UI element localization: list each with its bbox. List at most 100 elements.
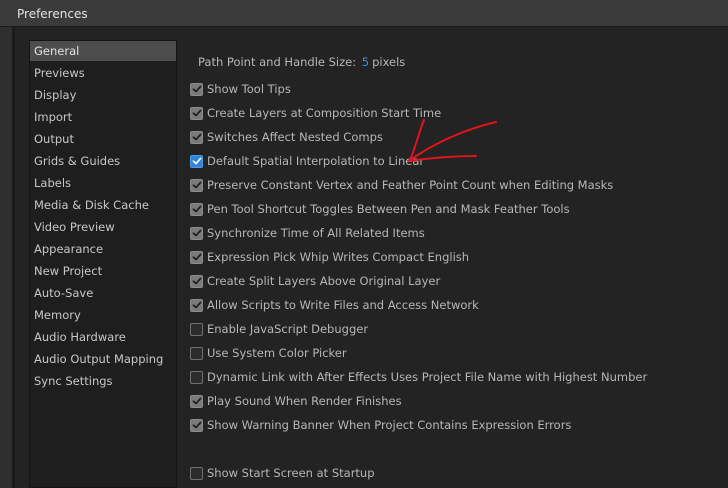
sidebar-item-appearance[interactable]: Appearance [30,239,176,259]
checkmark-icon [192,229,201,237]
option-dynamic-link-highest-number[interactable]: Dynamic Link with After Effects Uses Pro… [190,369,647,385]
checked-checkbox[interactable] [190,178,203,192]
option-pen-tool-shortcut-toggles[interactable]: Pen Tool Shortcut Toggles Between Pen an… [190,201,570,217]
sidebar-item-label: Appearance [34,242,104,256]
title-bar: Preferences [0,0,728,27]
window-title: Preferences [17,7,88,21]
unchecked-checkbox[interactable] [190,466,203,480]
checkmark-icon [192,205,201,213]
option-label: Play Sound When Render Finishes [207,394,402,408]
sidebar-item-label: Media & Disk Cache [34,198,149,212]
sidebar-item-new-project[interactable]: New Project [30,261,176,281]
option-label: Allow Scripts to Write Files and Access … [207,298,479,312]
checkmark-icon [192,301,201,309]
option-label: Pen Tool Shortcut Toggles Between Pen an… [207,202,570,216]
sidebar-item-memory[interactable]: Memory [30,305,176,325]
option-show-start-screen[interactable]: Show Start Screen at Startup [190,465,375,481]
sidebar-item-output[interactable]: Output [30,129,176,149]
checked-checkbox[interactable] [190,226,203,240]
sidebar-item-label: Auto-Save [34,286,94,300]
sidebar-item-sync-settings[interactable]: Sync Settings [30,371,176,391]
checked-checkbox[interactable] [190,394,203,408]
checked-checkbox[interactable] [190,202,203,216]
path-point-size-value[interactable]: 5 [362,55,369,69]
sidebar-item-general[interactable]: General [30,41,176,61]
option-label: Default Spatial Interpolation to Linear [207,154,425,168]
sidebar-item-label: Audio Hardware [34,330,126,344]
checkmark-icon [192,277,201,285]
checked-checkbox[interactable] [190,298,203,312]
checkmark-icon [192,181,201,189]
sidebar-item-video-preview[interactable]: Video Preview [30,217,176,237]
option-label: Expression Pick Whip Writes Compact Engl… [207,250,470,264]
option-play-sound-render-finishes[interactable]: Play Sound When Render Finishes [190,393,402,409]
path-point-size-unit: pixels [372,55,406,69]
option-label: Show Warning Banner When Project Contain… [207,418,572,432]
option-label: Create Split Layers Above Original Layer [207,274,441,288]
option-preserve-vertex-count[interactable]: Preserve Constant Vertex and Feather Poi… [190,177,613,193]
option-default-spatial-interpolation-linear[interactable]: Default Spatial Interpolation to Linear [190,153,424,169]
path-point-size-row: Path Point and Handle Size: 5 pixels [198,55,405,69]
checkmark-icon [192,397,201,405]
option-use-system-color-picker[interactable]: Use System Color Picker [190,345,347,361]
option-show-warning-banner[interactable]: Show Warning Banner When Project Contain… [190,417,571,433]
unchecked-checkbox[interactable] [190,322,203,336]
checkmark-icon [192,421,201,429]
option-create-layers-at-start[interactable]: Create Layers at Composition Start Time [190,105,441,121]
preferences-sidebar: General Previews Display Import Output G… [29,40,177,488]
sidebar-item-auto-save[interactable]: Auto-Save [30,283,176,303]
checked-checkbox[interactable] [190,106,203,120]
checkmark-icon [192,85,201,93]
sidebar-item-label: Video Preview [34,220,115,234]
sidebar-item-label: Import [34,110,73,124]
sidebar-item-label: Audio Output Mapping [34,352,164,366]
option-allow-scripts-write-files[interactable]: Allow Scripts to Write Files and Access … [190,297,479,313]
sidebar-item-media-disk-cache[interactable]: Media & Disk Cache [30,195,176,215]
sidebar-item-label: Grids & Guides [34,154,121,168]
sidebar-item-label: New Project [34,264,103,278]
checkmark-icon [192,253,201,261]
sidebar-item-display[interactable]: Display [30,85,176,105]
sidebar-item-labels[interactable]: Labels [30,173,176,193]
sidebar-item-label: Labels [34,176,72,190]
option-label: Enable JavaScript Debugger [207,322,369,336]
unchecked-checkbox[interactable] [190,370,203,384]
checked-checkbox[interactable] [190,130,203,144]
sidebar-item-import[interactable]: Import [30,107,176,127]
option-label: Synchronize Time of All Related Items [207,226,425,240]
sidebar-item-label: Previews [34,66,85,80]
window-edge [0,27,12,488]
checkmark-icon [192,109,201,117]
checked-checkbox[interactable] [190,274,203,288]
sidebar-item-label: Memory [34,308,81,322]
checked-checkbox[interactable] [190,154,203,168]
sidebar-item-grids-guides[interactable]: Grids & Guides [30,151,176,171]
option-show-tool-tips[interactable]: Show Tool Tips [190,81,291,97]
sidebar-item-audio-output-mapping[interactable]: Audio Output Mapping [30,349,176,369]
option-label: Create Layers at Composition Start Time [207,106,442,120]
sidebar-item-label: General [34,44,80,58]
option-synchronize-time[interactable]: Synchronize Time of All Related Items [190,225,425,241]
option-label: Dynamic Link with After Effects Uses Pro… [207,370,648,384]
option-label: Switches Affect Nested Comps [207,130,383,144]
option-switches-affect-nested-comps[interactable]: Switches Affect Nested Comps [190,129,383,145]
checked-checkbox[interactable] [190,250,203,264]
option-create-split-layers-above[interactable]: Create Split Layers Above Original Layer [190,273,440,289]
option-expression-pick-whip-compact[interactable]: Expression Pick Whip Writes Compact Engl… [190,249,469,265]
option-label: Preserve Constant Vertex and Feather Poi… [207,178,614,192]
sidebar-item-label: Output [34,132,74,146]
checkmark-icon [192,157,201,165]
option-label: Show Start Screen at Startup [207,466,375,480]
sidebar-item-label: Display [34,88,77,102]
option-enable-javascript-debugger[interactable]: Enable JavaScript Debugger [190,321,368,337]
option-label: Show Tool Tips [207,82,291,96]
option-label: Use System Color Picker [207,346,347,360]
checked-checkbox[interactable] [190,418,203,432]
checkmark-icon [192,133,201,141]
unchecked-checkbox[interactable] [190,346,203,360]
sidebar-item-previews[interactable]: Previews [30,63,176,83]
path-point-size-label: Path Point and Handle Size: [198,55,357,69]
sidebar-item-label: Sync Settings [34,374,113,388]
sidebar-item-audio-hardware[interactable]: Audio Hardware [30,327,176,347]
checked-checkbox[interactable] [190,82,203,96]
